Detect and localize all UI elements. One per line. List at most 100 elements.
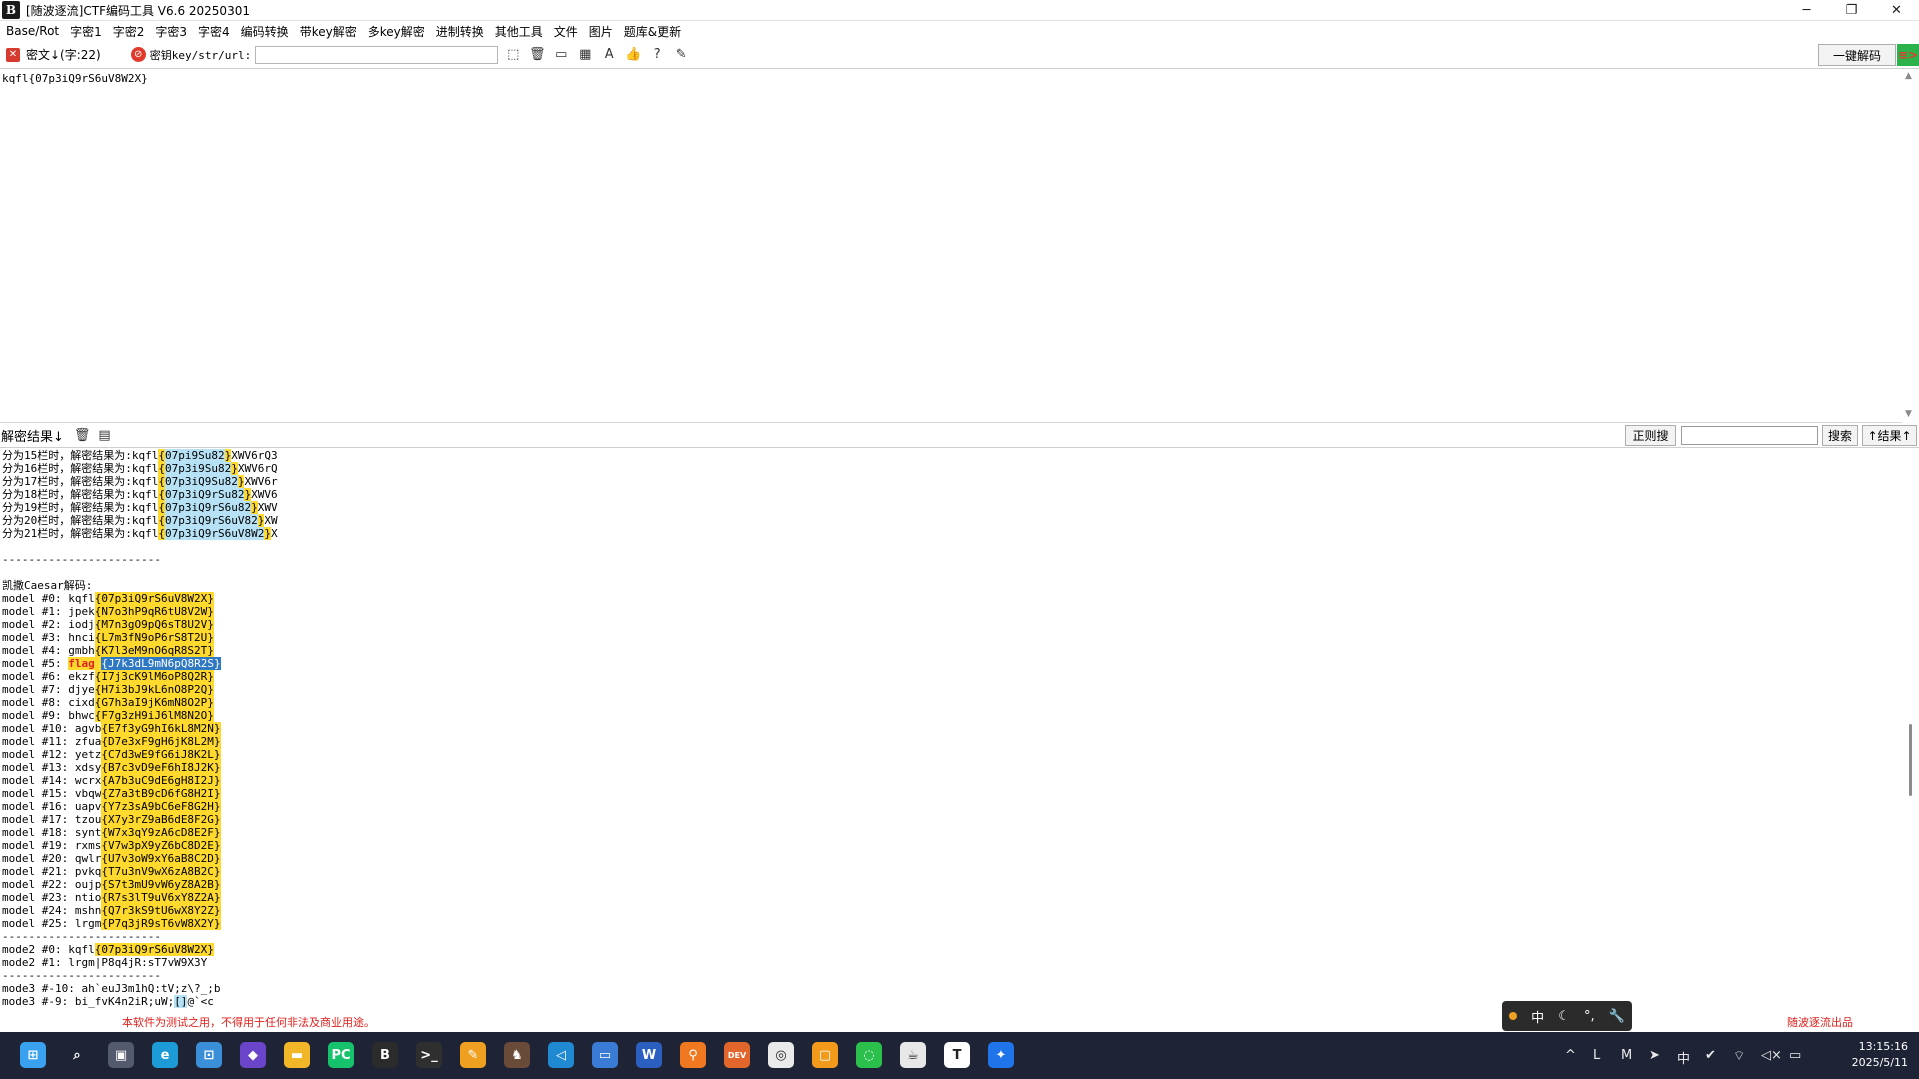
- font-icon[interactable]: A: [598, 45, 620, 65]
- table-icon[interactable]: ▦: [574, 45, 596, 65]
- side-panel-toggle-icon[interactable]: ≡>: [1897, 44, 1919, 66]
- note-app-icon[interactable]: ✎: [460, 1042, 486, 1068]
- wrench-icon[interactable]: 🔧: [1609, 1009, 1625, 1024]
- clock[interactable]: 13:15:16 2025/5/11: [1828, 1039, 1908, 1071]
- result-lines: 分为15栏时，解密结果为:kqfl{07pi9Su82}XWV6rQ3 分为16栏…: [2, 449, 278, 1008]
- restore-button[interactable]: ❐: [1829, 0, 1874, 21]
- regex-search-button[interactable]: 正则搜: [1625, 425, 1676, 446]
- search-button[interactable]: 搜索: [1822, 425, 1858, 446]
- close-button[interactable]: ✕: [1874, 0, 1919, 21]
- window-icon[interactable]: ▭: [550, 45, 572, 65]
- result-line: model #10: agvb{E7f3yG9hI6kL8M2N}: [2, 722, 278, 735]
- menu-file[interactable]: 文件: [554, 23, 578, 40]
- pycharm-icon[interactable]: PC: [328, 1042, 354, 1068]
- result-line: model #13: xdsy{B7c3vD9eF6hI8J2K}: [2, 761, 278, 774]
- task-view-icon[interactable]: ▣: [108, 1042, 134, 1068]
- menu-multikey-decrypt[interactable]: 多key解密: [368, 23, 425, 40]
- menu-key-decrypt[interactable]: 带key解密: [300, 23, 357, 40]
- tray-icon[interactable]: M: [1621, 1048, 1632, 1063]
- result-segment: 07p3iQ9rS6u82: [164, 501, 252, 514]
- store-icon[interactable]: ⊡: [196, 1042, 222, 1068]
- result-textarea[interactable]: 分为15栏时，解密结果为:kqfl{07pi9Su82}XWV6rQ3 分为16栏…: [0, 448, 1919, 1011]
- clock-date: 2025/5/11: [1851, 1056, 1908, 1069]
- menu-zimi4[interactable]: 字密4: [198, 23, 230, 40]
- ime-toolbar[interactable]: 中 ☾ °, 🔧: [1502, 1001, 1632, 1031]
- character-app-icon[interactable]: ♞: [504, 1042, 530, 1068]
- menu-encoding-convert[interactable]: 编码转换: [241, 23, 289, 40]
- cursor-icon[interactable]: ⬚: [502, 45, 524, 65]
- menu-library-update[interactable]: 题库&更新: [624, 23, 681, 40]
- menu-base-convert[interactable]: 进制转换: [436, 23, 484, 40]
- result-segment: {: [158, 449, 165, 462]
- search-tool-icon[interactable]: ⚲: [680, 1042, 706, 1068]
- edit-icon[interactable]: ✎: [670, 45, 692, 65]
- box-app-icon[interactable]: ▢: [812, 1042, 838, 1068]
- menu-base-rot[interactable]: Base/Rot: [6, 24, 59, 38]
- cipher-scrollbar[interactable]: ▲ ▼: [1902, 69, 1919, 423]
- result-segment: 07p3iQ9rSu82: [164, 488, 245, 501]
- explorer-icon[interactable]: ▬: [284, 1042, 310, 1068]
- edge-icon[interactable]: e: [152, 1042, 178, 1068]
- ctf-tool-icon[interactable]: B: [372, 1042, 398, 1068]
- result-line: [2, 566, 278, 579]
- search-icon[interactable]: ⌕: [64, 1042, 90, 1068]
- result-segment: model #24: mshn: [2, 904, 102, 917]
- scroll-down-arrow-icon[interactable]: ▼: [1905, 409, 1912, 419]
- vscode-icon[interactable]: ◁: [548, 1042, 574, 1068]
- result-segment: ------------------------: [2, 969, 161, 982]
- tray-icon[interactable]: ➤: [1649, 1048, 1660, 1063]
- ime-language[interactable]: 中: [1531, 1007, 1544, 1026]
- result-jump-button[interactable]: ↑结果↑: [1862, 425, 1917, 446]
- ime-logo-icon[interactable]: [1509, 1012, 1518, 1020]
- result-segment: []: [174, 995, 188, 1008]
- copy-icon[interactable]: ▤: [98, 428, 110, 443]
- menu-zimi3[interactable]: 字密3: [155, 23, 187, 40]
- result-segment: {: [158, 527, 165, 540]
- crystal-icon[interactable]: ◆: [240, 1042, 266, 1068]
- word-icon[interactable]: W: [636, 1042, 662, 1068]
- dev-app-icon[interactable]: DEV: [724, 1042, 750, 1068]
- feishu-icon[interactable]: ✦: [988, 1042, 1014, 1068]
- result-line: 分为21栏时，解密结果为:kqfl{07p3iQ9rS6uV8W2}X: [2, 527, 278, 540]
- result-segment: model #12: yetz: [2, 748, 102, 761]
- scroll-up-arrow-icon[interactable]: ▲: [1905, 71, 1912, 81]
- terminal-icon[interactable]: >_: [416, 1042, 442, 1068]
- thumbs-up-icon[interactable]: 👍: [622, 45, 644, 65]
- menu-zimi1[interactable]: 字密1: [70, 23, 102, 40]
- java-app-icon[interactable]: ☕: [900, 1042, 926, 1068]
- no-key-icon[interactable]: ⊘: [130, 47, 146, 62]
- typora-icon[interactable]: T: [944, 1042, 970, 1068]
- tray-icon[interactable]: ▭: [1789, 1048, 1801, 1063]
- cipher-textarea[interactable]: kqfl{07p3iQ9rS6uV8W2X} ▲ ▼: [0, 69, 1919, 423]
- result-line: model #9: bhwc{F7g3zH9iJ6lM8N2O}: [2, 709, 278, 722]
- punctuation-icon[interactable]: °,: [1584, 1009, 1595, 1024]
- scrollbar-thumb[interactable]: [1909, 724, 1912, 796]
- tray-icon[interactable]: ◁×: [1761, 1048, 1782, 1063]
- search-input[interactable]: [1681, 426, 1818, 445]
- start-icon[interactable]: ⊞: [20, 1042, 46, 1068]
- decode-all-button[interactable]: 一键解码: [1818, 44, 1896, 66]
- tray-icon[interactable]: ✔: [1705, 1048, 1716, 1063]
- tray-icon[interactable]: ^: [1565, 1048, 1576, 1063]
- tray-icon[interactable]: ⌔: [1733, 1048, 1745, 1064]
- wechat-icon[interactable]: ◌: [856, 1042, 882, 1068]
- result-segment: model #4: gmbh: [2, 644, 95, 657]
- tray-icon[interactable]: L: [1593, 1048, 1600, 1063]
- tray-icon[interactable]: 中: [1677, 1048, 1690, 1067]
- key-input[interactable]: [255, 45, 499, 64]
- moon-icon[interactable]: ☾: [1558, 1009, 1570, 1024]
- clear-cipher-icon[interactable]: ✕: [6, 47, 20, 62]
- trash-icon[interactable]: 🗑: [526, 45, 548, 65]
- trash-icon[interactable]: 🗑: [74, 428, 91, 443]
- remote-desktop-icon[interactable]: ▭: [592, 1042, 618, 1068]
- chrome-app-icon[interactable]: ◎: [768, 1042, 794, 1068]
- result-scrollbar[interactable]: [1902, 448, 1919, 1011]
- result-line: model #23: ntio{R7s3lT9uV6xY8Z2A}: [2, 891, 278, 904]
- menu-zimi2[interactable]: 字密2: [113, 23, 145, 40]
- result-segment: {Y7z3sA9bC6eF8G2H}: [101, 800, 221, 813]
- result-line: model #19: rxms{V7w3pX9yZ6bC8D2E}: [2, 839, 278, 852]
- menu-image[interactable]: 图片: [589, 23, 613, 40]
- minimize-button[interactable]: ─: [1784, 0, 1829, 21]
- menu-other-tools[interactable]: 其他工具: [495, 23, 543, 40]
- help-icon[interactable]: ?: [646, 45, 668, 65]
